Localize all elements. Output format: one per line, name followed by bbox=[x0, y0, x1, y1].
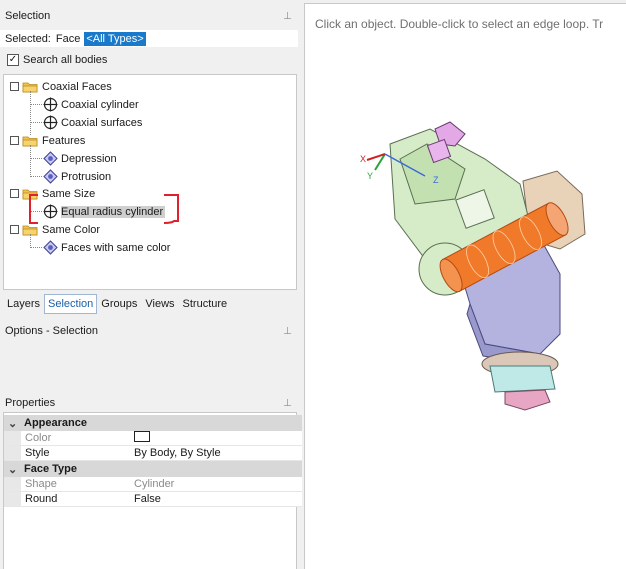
color-swatch[interactable] bbox=[134, 431, 150, 442]
tree-connector bbox=[30, 91, 31, 135]
chevron-down-icon[interactable]: ⌄ bbox=[8, 417, 24, 430]
tab-groups[interactable]: Groups bbox=[97, 294, 141, 314]
diamond-icon bbox=[43, 169, 58, 184]
tab-selection[interactable]: Selection bbox=[44, 294, 98, 314]
annotation-brackets bbox=[29, 194, 179, 224]
prop-key: Shape bbox=[25, 478, 57, 490]
collapse-icon[interactable] bbox=[10, 136, 19, 145]
pin-icon[interactable]: ⊥ bbox=[283, 11, 292, 22]
tree-item-label: Coaxial surfaces bbox=[61, 116, 143, 129]
selected-filter-row: Selected: Face <All Types> bbox=[0, 30, 298, 47]
selection-panel-title: Selection bbox=[5, 10, 51, 22]
selected-label: Selected: bbox=[5, 32, 51, 45]
properties-grid: ⌄ Appearance Color Style By Body, By Sty… bbox=[3, 412, 302, 569]
row-gutter bbox=[4, 477, 21, 491]
tree-connector bbox=[30, 176, 42, 177]
tree-connector bbox=[30, 234, 31, 248]
tree-connector bbox=[30, 104, 42, 105]
pink-cap[interactable] bbox=[504, 389, 551, 411]
prop-row-shape[interactable]: Shape Cylinder bbox=[4, 477, 302, 492]
prop-row-color[interactable]: Color bbox=[4, 431, 302, 446]
type-filter-dropdown[interactable]: <All Types> bbox=[84, 31, 146, 46]
checkbox-checked-icon[interactable]: ✓ bbox=[7, 54, 19, 66]
tree-group-features[interactable]: Features bbox=[10, 132, 85, 149]
section-label: Appearance bbox=[24, 417, 87, 429]
x-axis-label: X bbox=[360, 154, 366, 164]
options-panel-header: Options - Selection ⊥ bbox=[0, 321, 298, 341]
row-gutter bbox=[4, 446, 21, 460]
section-appearance[interactable]: ⌄ Appearance bbox=[4, 415, 302, 431]
row-gutter bbox=[4, 431, 21, 445]
tree-item-label: Depression bbox=[61, 152, 117, 165]
tree-group-label: Coaxial Faces bbox=[42, 80, 112, 93]
crosshair-circle-icon bbox=[43, 97, 58, 112]
z-axis-label: Z bbox=[433, 175, 439, 185]
properties-panel-title: Properties bbox=[5, 397, 56, 409]
tab-structure[interactable]: Structure bbox=[179, 294, 232, 314]
row-gutter bbox=[4, 492, 21, 506]
selection-tree: Coaxial Faces Coaxial cylinder Coaxial s… bbox=[3, 74, 297, 290]
y-axis-label: Y bbox=[367, 171, 373, 181]
collapse-icon[interactable] bbox=[10, 189, 19, 198]
collapse-icon[interactable] bbox=[10, 82, 19, 91]
prop-value[interactable]: By Body, By Style bbox=[134, 447, 302, 459]
diamond-icon bbox=[43, 151, 58, 166]
tree-connector bbox=[30, 145, 31, 177]
tree-item-coaxial-cylinder[interactable]: Coaxial cylinder bbox=[43, 96, 139, 113]
model-canvas[interactable]: X Y Z bbox=[305, 4, 626, 569]
pin-icon[interactable]: ⊥ bbox=[283, 398, 292, 409]
options-panel-title: Options - Selection bbox=[5, 325, 98, 337]
tree-group-label: Features bbox=[42, 134, 86, 147]
chevron-down-icon[interactable]: ⌄ bbox=[8, 463, 24, 476]
tree-connector bbox=[30, 247, 42, 248]
collapse-icon[interactable] bbox=[10, 225, 19, 234]
panel-tabs: Layers Selection Groups Views Structure bbox=[3, 294, 231, 314]
prop-value[interactable] bbox=[134, 431, 302, 445]
tree-item-faces-with-same-color[interactable]: Faces with same color bbox=[43, 239, 170, 256]
prop-row-round[interactable]: Round False bbox=[4, 492, 302, 507]
tree-item-label: Protrusion bbox=[61, 170, 112, 183]
left-panel: Selection ⊥ Selected: Face <All Types> ✓… bbox=[0, 0, 302, 569]
tree-item-label: Coaxial cylinder bbox=[61, 98, 139, 111]
diamond-icon bbox=[43, 240, 58, 255]
section-label: Face Type bbox=[24, 463, 77, 475]
prop-key: Round bbox=[25, 493, 58, 505]
section-face-type[interactable]: ⌄ Face Type bbox=[4, 461, 302, 477]
tree-group-coaxial-faces[interactable]: Coaxial Faces bbox=[10, 78, 112, 95]
prop-value: Cylinder bbox=[134, 478, 175, 490]
prop-key: Color bbox=[25, 432, 52, 444]
prop-value[interactable]: False bbox=[134, 493, 302, 505]
tree-connector bbox=[30, 158, 42, 159]
tree-item-label: Faces with same color bbox=[61, 241, 171, 254]
tree-connector bbox=[30, 122, 42, 123]
selected-value: Face bbox=[55, 32, 81, 45]
crosshair-circle-icon bbox=[43, 115, 58, 130]
tree-item-protrusion[interactable]: Protrusion bbox=[43, 168, 111, 185]
prop-key: Style bbox=[25, 447, 50, 459]
properties-panel-header: Properties ⊥ bbox=[0, 393, 298, 413]
search-all-bodies-checkbox[interactable]: ✓ Search all bodies bbox=[7, 54, 107, 66]
tree-item-coaxial-surfaces[interactable]: Coaxial surfaces bbox=[43, 114, 142, 131]
pin-icon[interactable]: ⊥ bbox=[283, 326, 292, 337]
search-all-bodies-label: Search all bodies bbox=[23, 54, 108, 66]
tab-layers[interactable]: Layers bbox=[3, 294, 44, 314]
3d-viewport[interactable]: Click an object. Double-click to select … bbox=[304, 3, 626, 569]
tab-views[interactable]: Views bbox=[141, 294, 178, 314]
tree-item-depression[interactable]: Depression bbox=[43, 150, 117, 167]
selection-panel-header: Selection ⊥ bbox=[0, 6, 298, 26]
prop-row-style[interactable]: Style By Body, By Style bbox=[4, 446, 302, 461]
teal-nut[interactable] bbox=[489, 365, 556, 393]
